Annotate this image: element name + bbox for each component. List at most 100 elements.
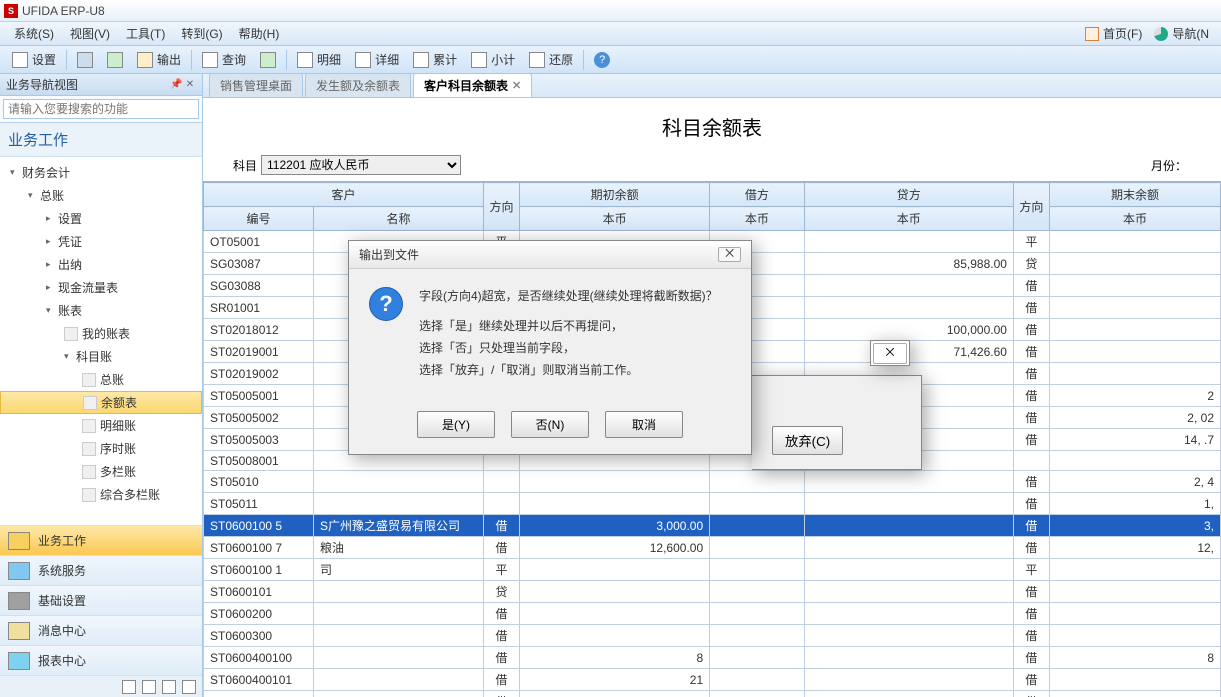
nav-service[interactable]: 系统服务 — [0, 555, 202, 585]
tool-sum[interactable]: 累计 — [407, 49, 463, 70]
col-debit[interactable]: 借方 — [710, 183, 805, 207]
col-credit-local[interactable]: 本币 — [804, 207, 1013, 231]
dialog-fragment: ⨉ — [870, 340, 910, 366]
tree-caikuai[interactable]: ▾财务会计 — [0, 161, 202, 184]
help-icon: ? — [594, 52, 610, 68]
table-row[interactable]: ST0600400101借21借 — [204, 669, 1221, 691]
tool-detail[interactable]: 明细 — [291, 49, 347, 70]
no-button[interactable]: 否(N) — [511, 411, 589, 438]
col-closing-local[interactable]: 本币 — [1049, 207, 1220, 231]
col-dir[interactable]: 方向 — [484, 183, 520, 231]
col-name[interactable]: 名称 — [314, 207, 484, 231]
yes-button[interactable]: 是(Y) — [417, 411, 495, 438]
tool-output[interactable]: 输出 — [131, 49, 187, 70]
tree-wodezhang[interactable]: 我的账表 — [0, 322, 202, 345]
close-panel-icon[interactable]: ✕ — [184, 79, 196, 91]
nav-message[interactable]: 消息中心 — [0, 615, 202, 645]
tool-green[interactable] — [101, 50, 129, 70]
status-icon-1[interactable] — [122, 680, 136, 694]
menu-tools[interactable]: 工具(T) — [118, 23, 173, 44]
tree-zonghe[interactable]: 综合多栏账 — [0, 483, 202, 506]
tab-customer-balance[interactable]: 客户科目余额表✕ — [413, 74, 532, 97]
tree-zongzhang[interactable]: ▾总账 — [0, 184, 202, 207]
nav-basic[interactable]: 基础设置 — [0, 585, 202, 615]
app-title: UFIDA ERP-U8 — [22, 4, 105, 18]
tree-zongzhang2[interactable]: 总账 — [0, 368, 202, 391]
table-row[interactable]: ST0600400101借借25, .00 — [204, 691, 1221, 697]
pin-icon[interactable]: 📌 — [170, 79, 182, 91]
tree-chuna[interactable]: ▸出纳 — [0, 253, 202, 276]
table-row[interactable]: ST0600300借借 — [204, 625, 1221, 647]
sheet-icon — [107, 52, 123, 68]
tree-duolan[interactable]: 多栏账 — [0, 460, 202, 483]
col-debit-local[interactable]: 本币 — [710, 207, 805, 231]
report-icon — [82, 373, 96, 387]
status-icon-2[interactable] — [142, 680, 156, 694]
table-row[interactable]: ST0600100 5S广州豫之盛贸易有限公司借3,000.00借3, — [204, 515, 1221, 537]
table-row[interactable]: ST0600200借借 — [204, 603, 1221, 625]
status-icon-4[interactable] — [182, 680, 196, 694]
abandon-button[interactable]: 放弃(C) — [772, 426, 843, 455]
menu-help[interactable]: 帮助(H) — [231, 23, 288, 44]
col-customer[interactable]: 客户 — [204, 183, 484, 207]
tree-zhangbiao[interactable]: ▾账表 — [0, 299, 202, 322]
close-small-icon[interactable]: ⨉ — [873, 343, 907, 364]
report-icon — [82, 488, 96, 502]
restore-icon — [529, 52, 545, 68]
table-row[interactable]: ST0600100 1 司平平 — [204, 559, 1221, 581]
status-icon-3[interactable] — [162, 680, 176, 694]
tree-shezhi[interactable]: ▸设置 — [0, 207, 202, 230]
subject-select[interactable]: 112201 应收人民币 — [261, 155, 461, 175]
cancel-button[interactable]: 取消 — [605, 411, 683, 438]
tab-sales[interactable]: 销售管理桌面 — [209, 74, 303, 97]
detailed-icon — [355, 52, 371, 68]
table-row[interactable]: ST05011借1, — [204, 493, 1221, 515]
table-row[interactable]: ST0600100 7 粮油借12,600.00借12, — [204, 537, 1221, 559]
col-closing[interactable]: 期末余额 — [1049, 183, 1220, 207]
nav-report[interactable]: 报表中心 — [0, 645, 202, 675]
tool-query[interactable]: 查询 — [196, 49, 252, 70]
menu-goto[interactable]: 转到(G) — [173, 23, 230, 44]
tool-help[interactable]: ? — [588, 50, 616, 70]
close-icon[interactable]: ✕ — [512, 79, 521, 92]
tool-restore[interactable]: 还原 — [523, 49, 579, 70]
nav-work[interactable]: 业务工作 — [0, 525, 202, 555]
nav-buttons: 业务工作 系统服务 基础设置 消息中心 报表中心 — [0, 525, 202, 675]
nav-link[interactable]: 导航(N — [1148, 25, 1215, 42]
tab-bar: 销售管理桌面 发生额及余额表 客户科目余额表✕ — [203, 74, 1221, 98]
tree-pingzheng[interactable]: ▸凭证 — [0, 230, 202, 253]
sidebar-section-title: 业务工作 — [0, 123, 202, 157]
tree-xianjin[interactable]: ▸现金流量表 — [0, 276, 202, 299]
tool-settings[interactable]: 设置 — [6, 49, 62, 70]
app-logo-icon: S — [4, 4, 18, 18]
col-opening[interactable]: 期初余额 — [520, 183, 710, 207]
table-row[interactable]: ST05010借2, 4 — [204, 471, 1221, 493]
home-link[interactable]: 首页(F) — [1079, 25, 1148, 42]
dialog-message: 字段(方向4)超宽，是否继续处理(继续处理将截断数据)？ 选择「是」继续处理并以… — [419, 287, 718, 383]
tree-yuebiao[interactable]: 余额表 — [0, 391, 202, 414]
tool-detailed[interactable]: 详细 — [349, 49, 405, 70]
col-code[interactable]: 编号 — [204, 207, 314, 231]
tree-kemuzhang[interactable]: ▾科目账 — [0, 345, 202, 368]
col-dir2[interactable]: 方向 — [1013, 183, 1049, 231]
menu-system[interactable]: 系统(S) — [6, 23, 62, 44]
refresh-icon — [260, 52, 276, 68]
report-center-icon — [8, 652, 30, 670]
search-input[interactable] — [3, 99, 199, 119]
tab-balance[interactable]: 发生额及余额表 — [305, 74, 411, 97]
sum-icon — [413, 52, 429, 68]
col-credit[interactable]: 贷方 — [804, 183, 1013, 207]
table-row[interactable]: ST0600400100借8借8 — [204, 647, 1221, 669]
tool-subtotal[interactable]: 小计 — [465, 49, 521, 70]
menu-view[interactable]: 视图(V) — [62, 23, 118, 44]
filter-row: 科目 112201 应收人民币 月份： — [203, 151, 1221, 179]
tool-blue[interactable] — [71, 50, 99, 70]
tree-xushi[interactable]: 序时账 — [0, 437, 202, 460]
dialog-titlebar[interactable]: 输出到文件 ⨉ — [349, 241, 751, 269]
dialog-close-icon[interactable]: ⨉ — [718, 247, 741, 262]
report-icon — [82, 465, 96, 479]
table-row[interactable]: ST0600101贷借 — [204, 581, 1221, 603]
tool-refresh[interactable] — [254, 50, 282, 70]
col-opening-local[interactable]: 本币 — [520, 207, 710, 231]
tree-mingxi[interactable]: 明细账 — [0, 414, 202, 437]
